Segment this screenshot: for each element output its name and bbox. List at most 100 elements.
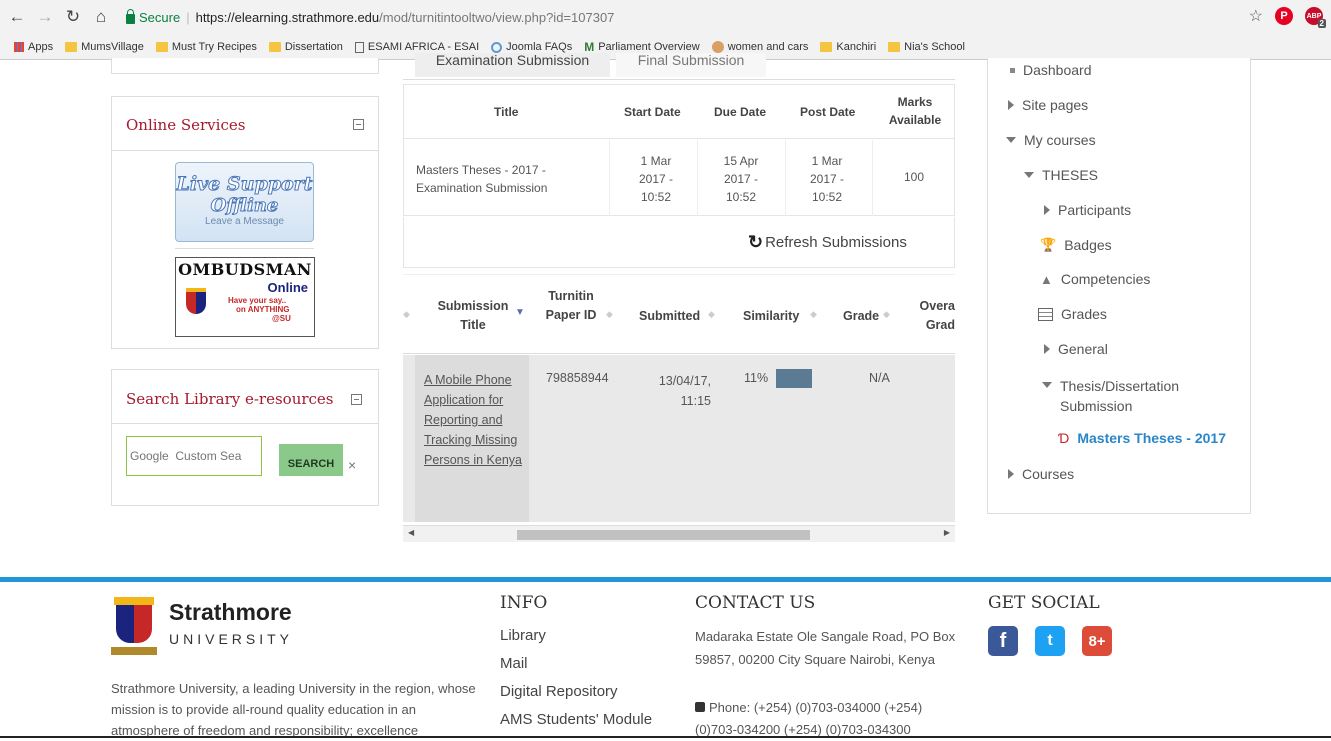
nav-masters-theses[interactable]: Ɗ Masters Theses - 2017 bbox=[1058, 430, 1226, 446]
bookmark-kanchiri[interactable]: Kanchiri bbox=[820, 41, 876, 53]
nav-theses[interactable]: THESES bbox=[1024, 167, 1098, 183]
chevron-right-icon bbox=[1044, 344, 1050, 354]
brand-sub: UNIVERSITY bbox=[169, 631, 294, 647]
sort-icon[interactable]: ◆ bbox=[606, 309, 613, 320]
ombudsman-banner[interactable]: OMBUDSMAN Online Have your say.. on ANYT… bbox=[175, 257, 315, 337]
submission-title-link[interactable]: A Mobile Phone Application for Reporting… bbox=[424, 370, 524, 470]
facebook-icon[interactable]: f bbox=[988, 626, 1018, 656]
home-icon[interactable]: ⌂ bbox=[90, 6, 112, 28]
joomla-icon bbox=[491, 41, 503, 53]
search-library-block: Search Library e-resources SEARCH × bbox=[111, 369, 379, 506]
bookmark-dissertation[interactable]: Dissertation bbox=[268, 41, 343, 53]
nav-badges[interactable]: 🏆 Badges bbox=[1040, 237, 1112, 253]
bookmark-recipes[interactable]: Must Try Recipes bbox=[155, 41, 257, 53]
secure-label: Secure bbox=[139, 9, 181, 25]
chevron-down-icon bbox=[1024, 172, 1034, 178]
folder-icon bbox=[820, 42, 833, 52]
scrollbar-thumb[interactable] bbox=[517, 530, 810, 540]
assignment-row: Masters Theses - 2017 - Examination Subm… bbox=[404, 140, 954, 216]
clear-search-icon[interactable]: × bbox=[348, 457, 356, 473]
column-header-overall-grade[interactable]: Overa Grad bbox=[915, 297, 955, 335]
column-header-grade[interactable]: Grade bbox=[843, 309, 879, 323]
forward-icon[interactable]: → bbox=[34, 6, 56, 28]
about-text: Strathmore University, a leading Univers… bbox=[111, 681, 476, 738]
nav-thesis-submission[interactable]: Thesis/Dissertation Submission bbox=[1042, 376, 1190, 416]
col-divider bbox=[609, 140, 610, 216]
trophy-icon: 🏆 bbox=[1040, 237, 1057, 252]
page-icon bbox=[354, 41, 364, 53]
chevron-right-icon bbox=[1008, 100, 1014, 110]
nav-site-pages[interactable]: Site pages bbox=[1008, 97, 1088, 113]
chevron-right-icon bbox=[1008, 469, 1014, 479]
crest-icon bbox=[111, 597, 157, 659]
nav-dashboard[interactable]: Dashboard bbox=[1010, 62, 1092, 78]
live-support-button[interactable]: Live Support Offline Leave a Message bbox=[175, 162, 314, 242]
folder-icon bbox=[65, 42, 78, 52]
phone-icon bbox=[695, 702, 705, 712]
secure-indicator[interactable]: Secure bbox=[126, 8, 181, 25]
footer-link-ams[interactable]: AMS Students' Module bbox=[500, 711, 652, 728]
tab-final-submission[interactable]: Final Submission bbox=[616, 53, 766, 77]
search-input[interactable] bbox=[126, 436, 262, 476]
nav-general[interactable]: General bbox=[1044, 341, 1108, 357]
scroll-left-icon[interactable]: ◀ bbox=[408, 528, 414, 537]
bullet-icon bbox=[1010, 67, 1015, 73]
twitter-icon[interactable]: t bbox=[1035, 626, 1065, 656]
university-logo[interactable]: Strathmore UNIVERSITY bbox=[111, 597, 311, 661]
tab-examination-submission[interactable]: Examination Submission bbox=[415, 53, 610, 77]
collapse-icon[interactable] bbox=[353, 119, 364, 130]
refresh-submissions-button[interactable]: ↻ Refresh Submissions bbox=[748, 232, 907, 253]
horizontal-scrollbar[interactable]: ◀ ▶ bbox=[403, 525, 955, 542]
submissions-table: ◆ Submission Title ▼ Turnitin Paper ID ◆… bbox=[403, 274, 955, 522]
paper-id: 798858944 bbox=[546, 371, 609, 385]
sort-icon[interactable]: ◆ bbox=[403, 309, 410, 320]
nav-competencies[interactable]: ▲ Competencies bbox=[1040, 271, 1150, 287]
submissions-header-row: ◆ Submission Title ▼ Turnitin Paper ID ◆… bbox=[403, 274, 955, 354]
column-header-submission-title[interactable]: Submission Title bbox=[431, 297, 515, 335]
nav-my-courses[interactable]: My courses bbox=[1006, 132, 1096, 148]
similarity-bar[interactable] bbox=[776, 369, 812, 388]
footer-accent-line bbox=[0, 577, 1331, 582]
column-header-similarity[interactable]: Similarity bbox=[743, 309, 799, 323]
scroll-right-icon[interactable]: ▶ bbox=[944, 528, 950, 537]
sort-desc-icon[interactable]: ▼ bbox=[515, 307, 525, 318]
sort-icon[interactable]: ◆ bbox=[810, 309, 817, 320]
extension-icons: ☆ P ABP 2 bbox=[1249, 6, 1326, 28]
back-icon[interactable]: ← bbox=[6, 6, 28, 28]
google-plus-icon[interactable]: 8+ bbox=[1082, 626, 1112, 656]
similarity-score[interactable]: 11% bbox=[744, 371, 768, 385]
page-content: Online Services Live Support Offline Lea… bbox=[0, 53, 1331, 738]
nav-grades[interactable]: Grades bbox=[1038, 306, 1107, 322]
collapse-icon[interactable] bbox=[351, 394, 362, 405]
chevron-right-icon bbox=[1044, 205, 1050, 215]
ombudsman-line1: OMBUDSMAN bbox=[178, 260, 312, 279]
footer-link-library[interactable]: Library bbox=[500, 627, 546, 644]
bookmark-mumsvillage[interactable]: MumsVillage bbox=[65, 41, 144, 53]
adblock-icon[interactable]: ABP 2 bbox=[1305, 7, 1326, 28]
ombudsman-line5: @SU bbox=[272, 314, 291, 323]
bookmark-nias-school[interactable]: Nia's School bbox=[888, 41, 965, 53]
folder-icon bbox=[268, 42, 281, 52]
contact-address: Madaraka Estate Ole Sangale Road, PO Box… bbox=[695, 629, 956, 667]
chevron-down-icon bbox=[1042, 382, 1052, 388]
footer-link-mail[interactable]: Mail bbox=[500, 655, 528, 672]
reload-icon[interactable]: ↻ bbox=[62, 6, 84, 28]
sort-icon[interactable]: ◆ bbox=[883, 309, 890, 320]
nav-courses[interactable]: Courses bbox=[1008, 466, 1074, 482]
star-icon[interactable]: ☆ bbox=[1249, 6, 1263, 26]
sort-icon[interactable]: ◆ bbox=[708, 309, 715, 320]
column-header-paper-id[interactable]: Turnitin Paper ID bbox=[543, 287, 599, 325]
bookmark-apps[interactable]: Apps bbox=[14, 41, 53, 53]
submitted-date: 13/04/17, 11:15 bbox=[658, 374, 711, 408]
ombudsman-line4: on ANYTHING bbox=[236, 305, 290, 314]
nav-participants[interactable]: Participants bbox=[1044, 202, 1131, 218]
grades-table-icon bbox=[1038, 307, 1053, 321]
pinterest-icon[interactable]: P bbox=[1275, 7, 1293, 25]
submission-tabs: Examination Submission Final Submission bbox=[403, 53, 955, 80]
search-button[interactable]: SEARCH bbox=[279, 444, 343, 476]
column-header-submitted[interactable]: Submitted bbox=[639, 309, 700, 323]
address-bar[interactable]: Secure | https://elearning.strathmore.ed… bbox=[126, 6, 1226, 28]
footer-link-repository[interactable]: Digital Repository bbox=[500, 683, 618, 700]
navigation-block: Dashboard Site pages My courses THESES P… bbox=[987, 58, 1251, 514]
assignment-title: Masters Theses - 2017 - Examination Subm… bbox=[416, 163, 548, 195]
